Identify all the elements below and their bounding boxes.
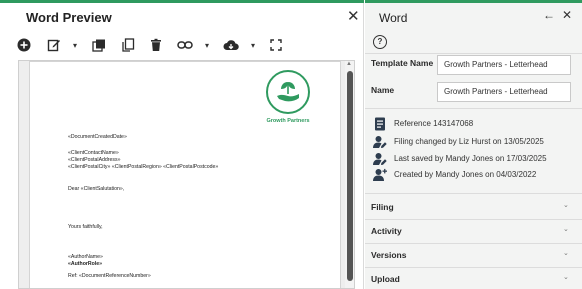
template-name-field[interactable]: Growth Partners - Letterhead <box>437 55 571 75</box>
divider <box>365 267 582 268</box>
chevron-down-icon: ⌄ <box>563 202 569 209</box>
section-upload[interactable]: Upload ⌄ <box>365 269 582 289</box>
template-name-label: Template Name <box>371 58 434 68</box>
chevron-down-icon: ⌄ <box>563 226 569 233</box>
info-row-filing-changed: Filing changed by Liz Hurst on 13/05/202… <box>373 135 578 149</box>
info-row-last-saved: Last saved by Mandy Jones on 17/03/2025 <box>373 152 578 166</box>
info-text: Filing changed by Liz Hurst on 13/05/202… <box>394 137 544 146</box>
name-label: Name <box>371 85 395 95</box>
library-button[interactable] <box>91 37 107 53</box>
download-menu-caret[interactable]: ▾ <box>248 39 258 51</box>
document-viewer[interactable]: Growth Partners «DocumentCreatedDate» «C… <box>18 60 355 289</box>
merge-field-date: «DocumentCreatedDate» <box>68 134 127 140</box>
edit-icon <box>47 39 60 52</box>
scrollbar-thumb[interactable] <box>347 71 353 281</box>
back-arrow-button[interactable]: ← <box>543 8 555 22</box>
info-text: Last saved by Mandy Jones on 17/03/2025 <box>394 154 547 163</box>
merge-field-author-role: «AuthorRole» <box>68 261 103 267</box>
user-add-icon <box>373 168 387 181</box>
add-button[interactable] <box>16 37 32 53</box>
copy-button[interactable] <box>120 37 136 53</box>
word-details-panel: Word ← ✕ ? Template Name Growth Partners… <box>365 0 582 289</box>
edit-button[interactable] <box>46 37 62 53</box>
info-row-created: Created by Mandy Jones on 04/03/2022 <box>373 168 578 182</box>
salutation-line: Dear «ClientSalutation», <box>68 186 125 192</box>
preview-title: Word Preview <box>26 10 112 25</box>
fullscreen-icon <box>270 39 282 51</box>
info-text: Reference 143147068 <box>394 119 474 128</box>
edit-menu-caret[interactable]: ▾ <box>70 39 80 51</box>
copy-icon <box>122 38 135 52</box>
merge-field-postal-address: «ClientPostalAddress» <box>68 157 121 163</box>
link-icon <box>177 41 193 49</box>
fullscreen-button[interactable] <box>268 37 284 53</box>
preview-toolbar: ▾ ▾ ▾ <box>0 34 364 56</box>
panel-close-button[interactable]: ✕ <box>562 8 572 22</box>
merge-field-author-name: «AuthorName» <box>68 254 103 260</box>
link-menu-caret[interactable]: ▾ <box>202 39 212 51</box>
section-filing[interactable]: Filing ⌄ <box>365 197 582 219</box>
document-page: Growth Partners «DocumentCreatedDate» «C… <box>29 61 341 288</box>
info-row-reference: Reference 143147068 <box>373 117 578 131</box>
library-icon <box>92 39 105 52</box>
accent-bar <box>0 0 364 3</box>
divider <box>365 53 582 54</box>
divider <box>365 108 582 109</box>
delete-button[interactable] <box>148 37 164 53</box>
merge-field-reference: Ref: «DocumentReferenceNumber» <box>68 273 151 279</box>
info-text: Created by Mandy Jones on 04/03/2022 <box>394 170 537 179</box>
section-label: Filing <box>371 202 394 212</box>
growth-partners-logo <box>266 70 310 114</box>
scroll-up-arrow[interactable]: ▲ <box>346 61 352 67</box>
user-edit-icon <box>373 153 387 165</box>
cloud-download-icon <box>223 40 239 50</box>
divider <box>365 193 582 194</box>
help-icon[interactable]: ? <box>373 35 387 49</box>
section-label: Versions <box>371 250 407 260</box>
accent-bar <box>365 0 582 3</box>
merge-field-contact-name: «ClientContactName» <box>68 150 119 156</box>
name-field[interactable]: Growth Partners - Letterhead <box>437 82 571 102</box>
user-edit-icon <box>373 136 387 148</box>
merge-field-postal-city-line: «ClientPostalCity» «ClientPostalRegion» … <box>68 164 219 170</box>
link-button[interactable] <box>177 37 193 53</box>
panel-title: Word <box>379 11 408 25</box>
preview-close-button[interactable]: ✕ <box>347 7 360 25</box>
document-icon <box>375 117 385 131</box>
chevron-down-icon: ⌄ <box>563 250 569 257</box>
delete-icon <box>151 38 161 51</box>
section-versions[interactable]: Versions ⌄ <box>365 245 582 267</box>
word-preview-panel: Word Preview ✕ ▾ ▾ ▾ Growth Partners «Do… <box>0 0 364 289</box>
divider <box>365 219 582 220</box>
download-button[interactable] <box>223 37 239 53</box>
section-activity[interactable]: Activity ⌄ <box>365 221 582 243</box>
logo-caption: Growth Partners <box>266 118 310 124</box>
section-label: Activity <box>371 226 402 236</box>
add-circle-icon <box>17 38 31 52</box>
closing-line: Yours faithfully, <box>68 224 103 230</box>
divider <box>365 243 582 244</box>
chevron-down-icon: ⌄ <box>563 274 569 281</box>
section-label: Upload <box>371 274 400 284</box>
plant-hand-icon <box>277 82 299 102</box>
